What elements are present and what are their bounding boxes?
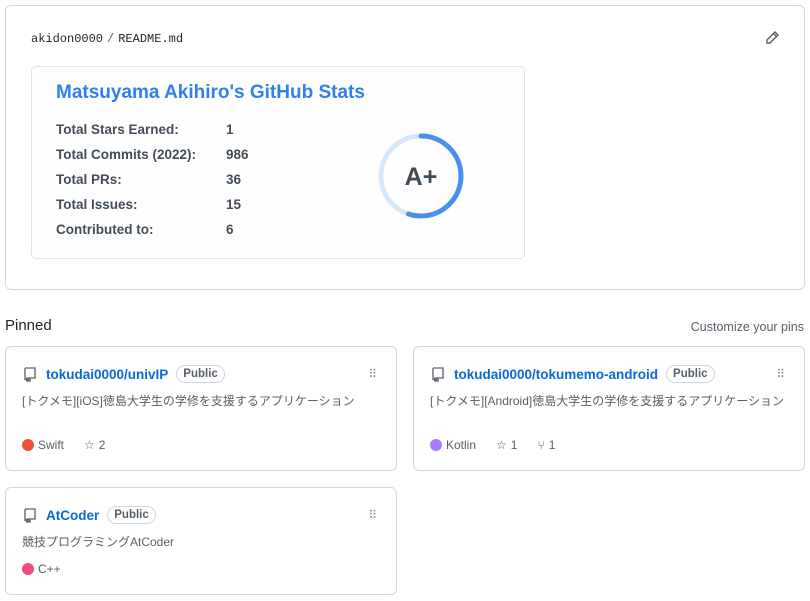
language-color-icon <box>430 439 442 451</box>
grade-ring: A+ <box>378 133 464 219</box>
pinned-repo-card: tokudai0000/univIP Public ⠿ [トクメモ][iOS]徳島… <box>5 346 397 471</box>
visibility-badge: Public <box>176 365 225 383</box>
drag-handle-icon[interactable]: ⠿ <box>368 367 377 381</box>
visibility-badge: Public <box>666 365 715 383</box>
repo-link[interactable]: tokudai0000/univIP <box>46 367 168 382</box>
grade-text: A+ <box>405 163 438 191</box>
language: Swift <box>38 438 65 452</box>
stat-row: Total Issues: 15 <box>56 197 242 212</box>
pencil-icon[interactable] <box>764 30 780 46</box>
repo-link[interactable]: AtCoder <box>46 508 99 523</box>
language: Kotlin <box>446 438 477 452</box>
pinned-heading: Pinned <box>5 317 52 334</box>
repo-icon <box>24 508 36 523</box>
language-color-icon <box>22 563 34 575</box>
owner-link[interactable]: akidon0000 <box>31 32 103 46</box>
language: C++ <box>38 562 61 576</box>
repo-icon <box>24 367 36 382</box>
drag-handle-icon[interactable]: ⠿ <box>776 367 785 381</box>
language-color-icon <box>22 439 34 451</box>
readme-box: akidon0000/README.md Matsuyama Akihiro's… <box>5 5 805 290</box>
fork-icon[interactable]: ⑂ <box>537 438 544 452</box>
stat-row: Total Commits (2022): 986 <box>56 147 249 162</box>
pinned-repo-card: AtCoder Public ⠿ 競技プログラミングAtCoder C++ <box>5 487 397 595</box>
pinned-repo-card: tokudai0000/tokumemo-android Public ⠿ [トク… <box>413 346 805 471</box>
github-stats-card: Matsuyama Akihiro's GitHub Stats Total S… <box>31 66 525 259</box>
visibility-badge: Public <box>107 506 156 524</box>
stat-row: Contributed to: 6 <box>56 222 234 237</box>
stat-row: Total PRs: 36 <box>56 172 242 187</box>
stats-title: Matsuyama Akihiro's GitHub Stats <box>56 82 365 103</box>
readme-path: akidon0000/README.md <box>31 32 184 46</box>
file-name: README.md <box>118 32 184 46</box>
drag-handle-icon[interactable]: ⠿ <box>368 508 377 522</box>
repo-link[interactable]: tokudai0000/tokumemo-android <box>454 367 658 382</box>
customize-pins-link[interactable]: Customize your pins <box>691 320 804 334</box>
fork-count[interactable]: 1 <box>549 438 556 452</box>
star-icon[interactable]: ☆ <box>84 438 95 452</box>
repo-icon <box>432 367 444 382</box>
star-count[interactable]: 2 <box>99 438 106 452</box>
repo-description: [トクメモ][Android]徳島大学生の学修を支援するアプリケーション <box>430 394 784 408</box>
repo-description: [トクメモ][iOS]徳島大学生の学修を支援するアプリケーション <box>22 394 355 408</box>
star-icon[interactable]: ☆ <box>496 438 507 452</box>
star-count[interactable]: 1 <box>511 438 518 452</box>
stat-row: Total Stars Earned: 1 <box>56 122 234 137</box>
repo-description: 競技プログラミングAtCoder <box>22 535 175 549</box>
